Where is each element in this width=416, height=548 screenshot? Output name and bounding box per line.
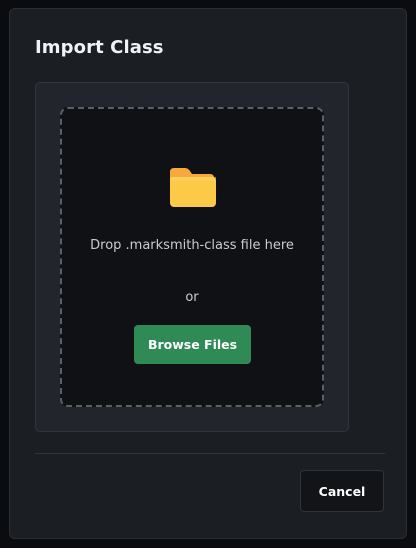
- import-panel: Drop .marksmith-class file here or Brows…: [35, 82, 349, 432]
- or-separator: or: [185, 290, 199, 305]
- dialog-title: Import Class: [35, 37, 164, 58]
- drop-instruction: Drop .marksmith-class file here: [90, 238, 294, 253]
- footer-divider: [35, 453, 385, 454]
- file-dropzone[interactable]: Drop .marksmith-class file here or Brows…: [60, 107, 324, 407]
- import-class-dialog: Import Class Drop .marksmith-class file …: [9, 8, 407, 539]
- browse-files-button[interactable]: Browse Files: [134, 325, 251, 364]
- cancel-button[interactable]: Cancel: [300, 470, 384, 512]
- folder-icon: [170, 168, 216, 207]
